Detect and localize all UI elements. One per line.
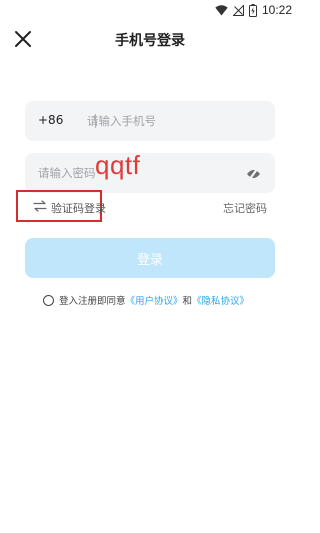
toggle-password-visibility[interactable]	[246, 166, 261, 181]
wifi-icon	[215, 4, 228, 15]
signal-icon	[232, 4, 244, 16]
status-icons: 10:22	[215, 3, 292, 17]
privacy-agreement-link[interactable]: 《隐私协议》	[192, 293, 249, 307]
phone-input[interactable]	[87, 112, 262, 130]
agreement-and: 和	[182, 296, 193, 307]
country-code[interactable]: +86	[38, 113, 63, 127]
agreement-checkbox[interactable]	[43, 294, 54, 306]
password-field[interactable]	[25, 153, 275, 193]
page-title: 手机号登录	[115, 33, 185, 49]
agreement-prefix: 登入注册即同意	[59, 296, 126, 307]
status-time: 10:22	[261, 3, 292, 17]
agreement-row: 登入注册即同意 《用户协议》 和 《隐私协议》	[43, 292, 249, 308]
eye-off-icon	[247, 167, 260, 181]
user-agreement-link[interactable]: 《用户协议》	[126, 293, 183, 307]
swap-icon	[33, 200, 47, 212]
switch-login-label: 验证码登录	[51, 202, 106, 215]
switch-to-code-login[interactable]: 验证码登录	[16, 190, 106, 222]
app-header: 手机号登录	[0, 26, 300, 52]
status-bar: 10:22	[0, 0, 300, 20]
phone-field[interactable]: +86	[25, 101, 275, 141]
login-screen: 10:22 手机号登录 +86 qqtf 验证码登录 忘记密码	[0, 0, 300, 533]
handwritten-annotation: qqtf	[95, 150, 141, 180]
battery-icon	[248, 3, 257, 17]
login-button[interactable]: 登录	[25, 238, 275, 278]
forgot-password-link[interactable]: 忘记密码	[223, 200, 267, 216]
